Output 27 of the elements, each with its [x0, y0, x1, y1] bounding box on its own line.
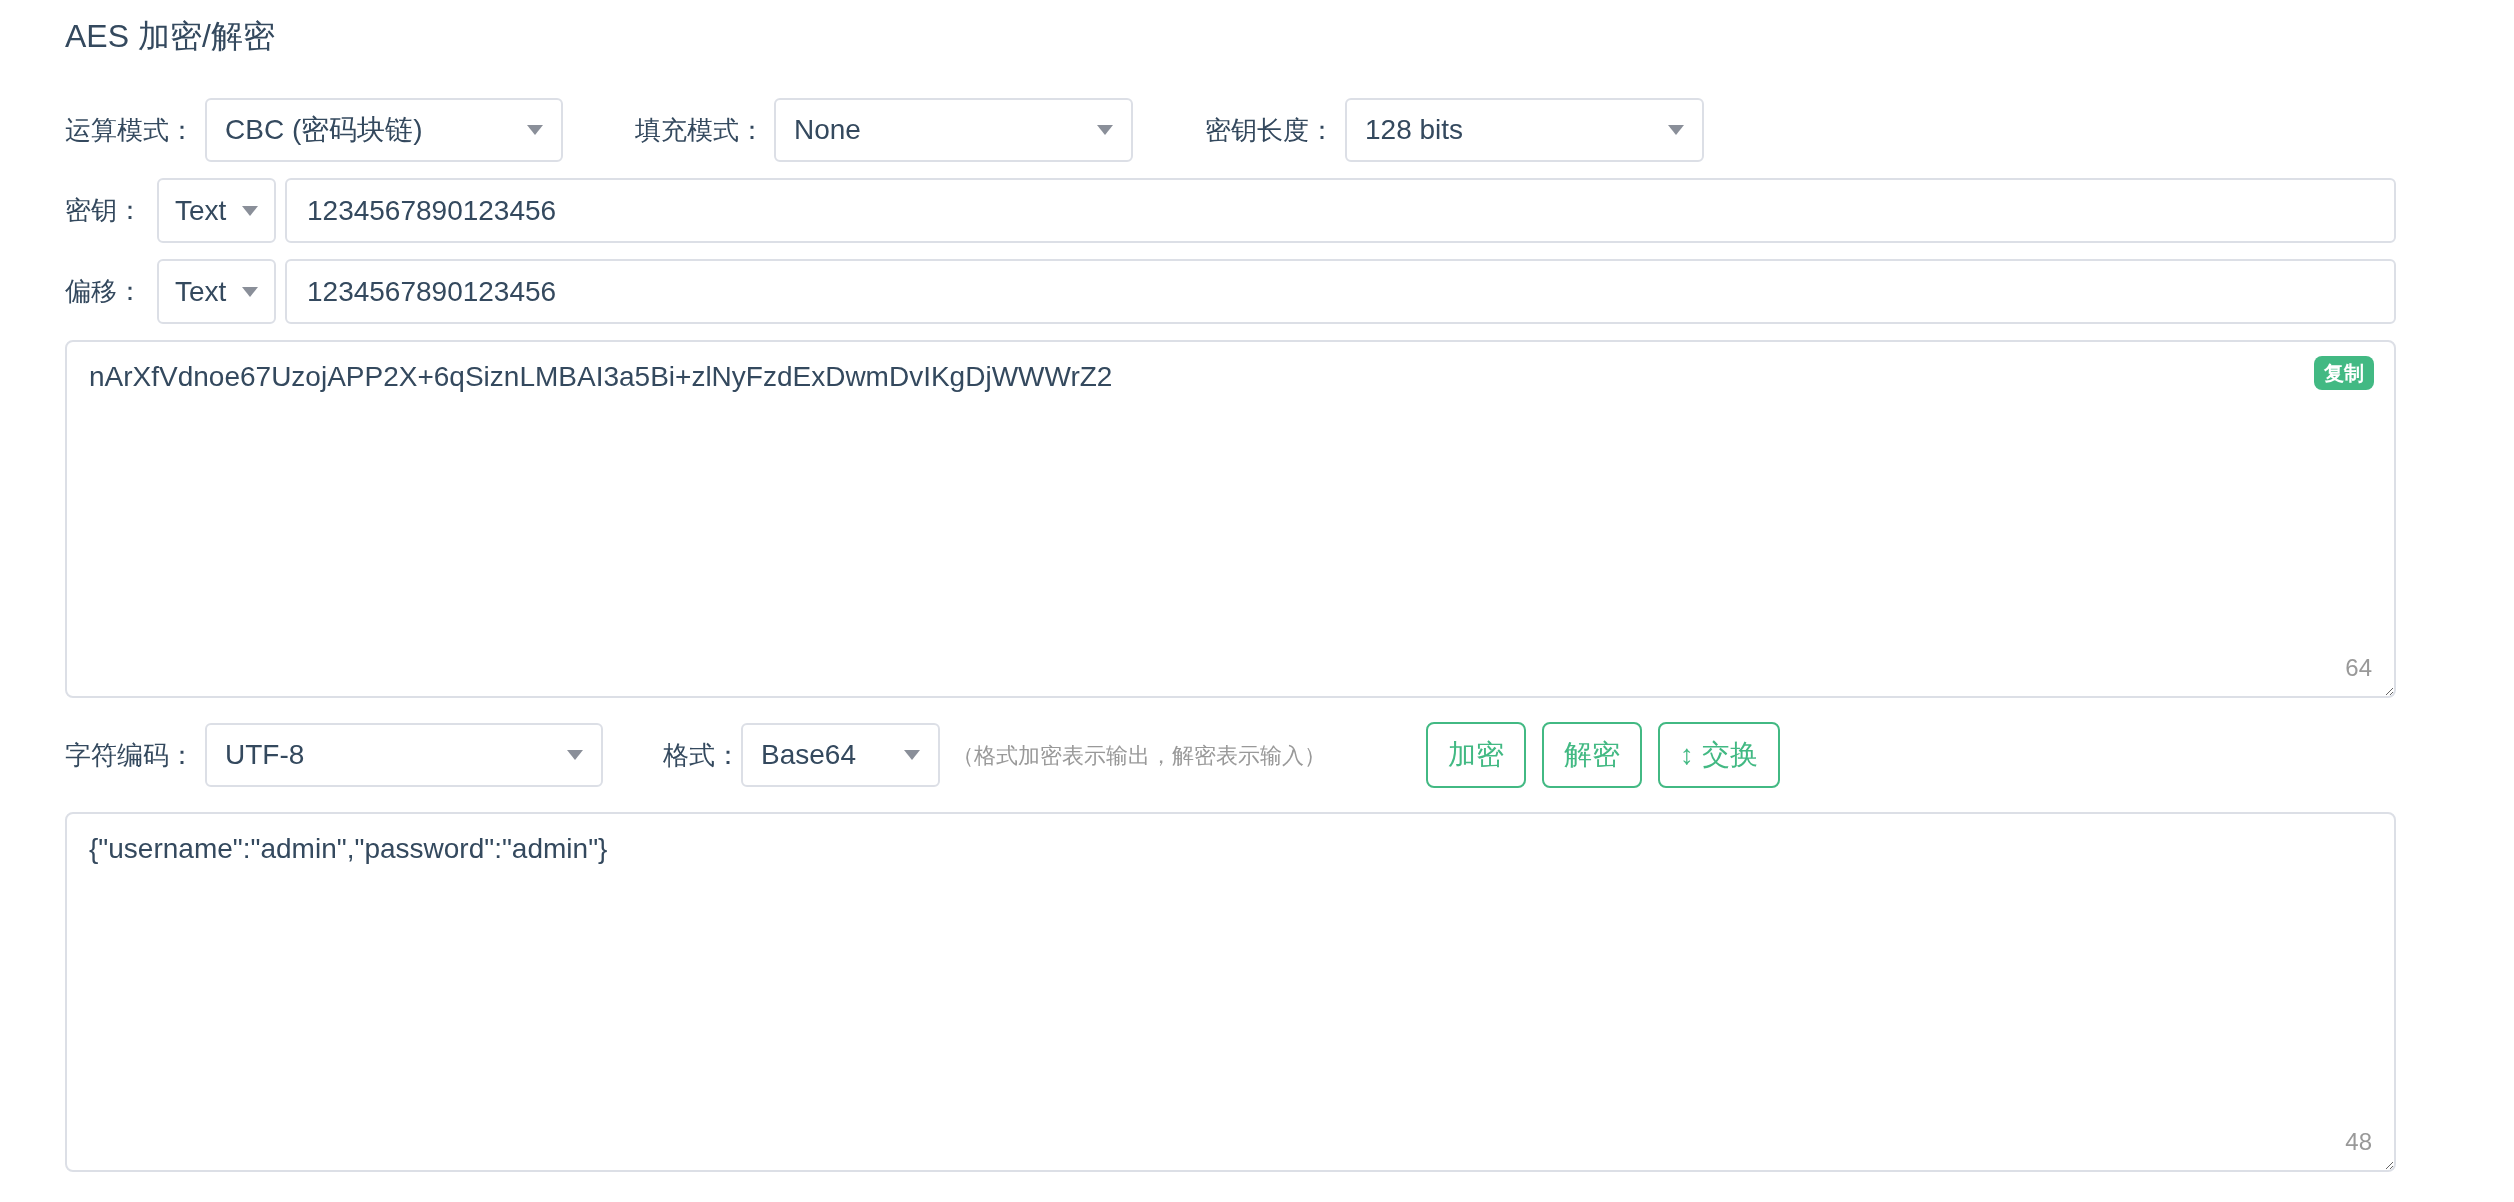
field-label: 密钥： — [65, 194, 144, 227]
field-label: 格式： — [663, 739, 741, 770]
input-type-select[interactable]: Text — [157, 178, 276, 243]
page-title: AES 加密/解密 — [65, 17, 276, 56]
dropdown-select[interactable]: UTF-8 — [205, 723, 603, 787]
input-field[interactable]: 1234567890123456 — [285, 178, 2396, 243]
dropdown-select[interactable]: None — [774, 98, 1133, 162]
dropdown-caret-icon — [904, 750, 920, 760]
dropdown-caret-icon — [242, 205, 258, 216]
dropdown-caret-icon — [567, 750, 583, 760]
character-count: 64 — [2345, 653, 2372, 683]
field-label: 运算模式： — [65, 113, 196, 147]
dropdown-caret-icon — [527, 125, 543, 135]
dropdown-select[interactable]: Base64 — [741, 723, 940, 787]
dropdown-caret-icon — [242, 286, 258, 297]
input-type-select[interactable]: Text — [157, 259, 276, 324]
dropdown-select[interactable]: 128 bits — [1345, 98, 1704, 162]
field-label: 密钥长度： — [1205, 113, 1336, 147]
dropdown-caret-icon — [1097, 125, 1113, 135]
field-label: 字符编码： — [65, 738, 196, 772]
dropdown-select[interactable]: CBC (密码块链) — [205, 98, 563, 162]
format-hint: （格式加密表示输出，解密表示输入） — [952, 741, 1327, 770]
dropdown-caret-icon — [1668, 125, 1684, 135]
input-field[interactable]: 1234567890123456 — [285, 259, 2396, 324]
field-label: 填充模式： — [635, 113, 766, 147]
character-count: 48 — [2345, 1127, 2372, 1157]
field-label: 偏移： — [65, 275, 144, 308]
